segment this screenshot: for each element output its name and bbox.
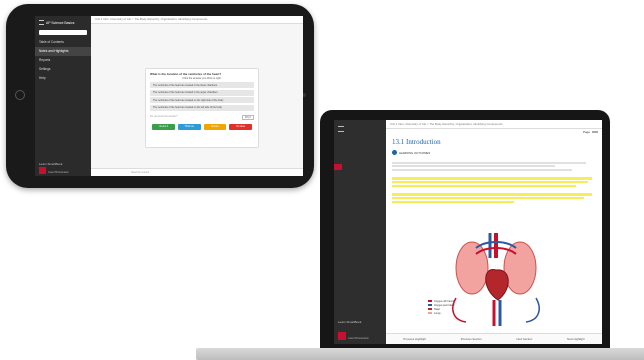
question-hint: Click the answer you think is right.	[182, 77, 222, 80]
highlighted-text-block[interactable]	[392, 192, 596, 204]
sidebar-item-settings[interactable]: Settings	[35, 65, 91, 74]
systemic-loop-left	[452, 297, 467, 323]
sidebar-title: AP Science Basics	[46, 20, 75, 25]
learning-outcomes-bar: LEARNING OUTCOMES	[392, 150, 596, 155]
menu-icon[interactable]	[338, 126, 344, 132]
next-highlight-button[interactable]: Next Highlight	[567, 337, 584, 341]
legend-item: Lungs	[428, 312, 454, 316]
i-know-it-button[interactable]: I know it	[152, 124, 175, 130]
reader-nav-bar: Previous Highlight Previous Section Next…	[386, 333, 602, 344]
sidebar-footer[interactable]: Learn SmartBook	[338, 320, 361, 324]
sidebar-marker	[334, 164, 342, 170]
question-card: What is the location of the ventricles o…	[145, 68, 259, 148]
confidence-row: Do you know the answer? Why?	[146, 112, 258, 123]
reader-main: Unit 1 Intro: Chemistry of Life > The Bo…	[386, 120, 602, 344]
sidebar-item-notes[interactable]: Notes and Highlights	[35, 47, 91, 56]
previous-section-button[interactable]: Previous Section	[461, 337, 482, 341]
no-idea-button[interactable]: No idea	[229, 124, 252, 130]
tablet-screen: AP Science Basics Table of Contents Note…	[35, 16, 303, 176]
highlighted-text-block[interactable]	[392, 176, 596, 188]
page-label: Page	[582, 130, 590, 134]
laptop-device: Learn SmartBook Graw Hill Education Unit…	[320, 110, 610, 350]
circulation-diagram	[452, 233, 540, 326]
breadcrumb: Unit 1 Intro: Chemistry of Life > The Bo…	[91, 16, 303, 24]
page-indicator: Page	[583, 130, 598, 134]
previous-highlight-button[interactable]: Previous Highlight	[403, 337, 426, 341]
heart	[485, 269, 509, 301]
brand-text: Graw Hill Education	[348, 337, 369, 340]
tablet-bottom-bar[interactable]: Read the content	[91, 168, 303, 176]
confidence-prompt: Do you know the answer?	[150, 115, 178, 118]
think-so-button[interactable]: Think so	[177, 124, 201, 130]
why-button[interactable]: Why?	[241, 115, 254, 120]
text-block	[392, 160, 596, 172]
search-input[interactable]	[39, 30, 87, 35]
tablet-device: AP Science Basics Table of Contents Note…	[6, 4, 314, 188]
section-heading: 13.1 Introduction	[392, 138, 441, 146]
page-input[interactable]	[592, 131, 598, 133]
brand-logo-icon	[338, 332, 346, 340]
laptop-base	[196, 348, 644, 360]
brand-logo-icon	[39, 167, 46, 174]
confidence-buttons: I know it Think so Unsure No idea	[146, 123, 258, 131]
tablet-main: Unit 1 Intro: Chemistry of Life > The Bo…	[91, 16, 303, 176]
laptop-sidebar: Learn SmartBook Graw Hill Education	[334, 120, 386, 344]
sidebar-item-toc[interactable]: Table of Contents	[35, 38, 91, 47]
systemic-loop-right	[525, 297, 540, 323]
answer-option[interactable]: The ventricles of the heart are located …	[150, 97, 254, 103]
sidebar-item-help[interactable]: Help	[35, 74, 91, 83]
answer-option[interactable]: The ventricles of the heart are located …	[150, 89, 254, 96]
question-text: What is the location of the ventricles o…	[150, 72, 222, 76]
learning-outcomes-label: LEARNING OUTCOMES	[399, 150, 431, 155]
menu-icon[interactable]	[39, 20, 44, 25]
unsure-button[interactable]: Unsure	[203, 124, 227, 130]
next-section-button[interactable]: Next Section	[517, 337, 533, 341]
sidebar-header: AP Science Basics	[35, 16, 91, 27]
answer-option[interactable]: The ventricles of the heart are located …	[150, 82, 254, 88]
home-button[interactable]	[15, 90, 25, 100]
sidebar-footer[interactable]: Learn SmartBook	[39, 162, 87, 166]
tablet-sidebar: AP Science Basics Table of Contents Note…	[35, 16, 91, 176]
play-audio-icon[interactable]	[392, 150, 397, 155]
sidebar-item-reports[interactable]: Reports	[35, 56, 91, 65]
brand-text: Graw Hill Education	[48, 171, 69, 174]
breadcrumb: Unit 1 Intro: Chemistry of Life > The Bo…	[386, 120, 602, 129]
answer-option[interactable]: The ventricles of the heart are located …	[150, 104, 254, 111]
figure-legend: Oxygen-rich blood Oxygen-poor blood Hear…	[428, 300, 454, 316]
laptop-screen: Learn SmartBook Graw Hill Education Unit…	[334, 120, 602, 344]
